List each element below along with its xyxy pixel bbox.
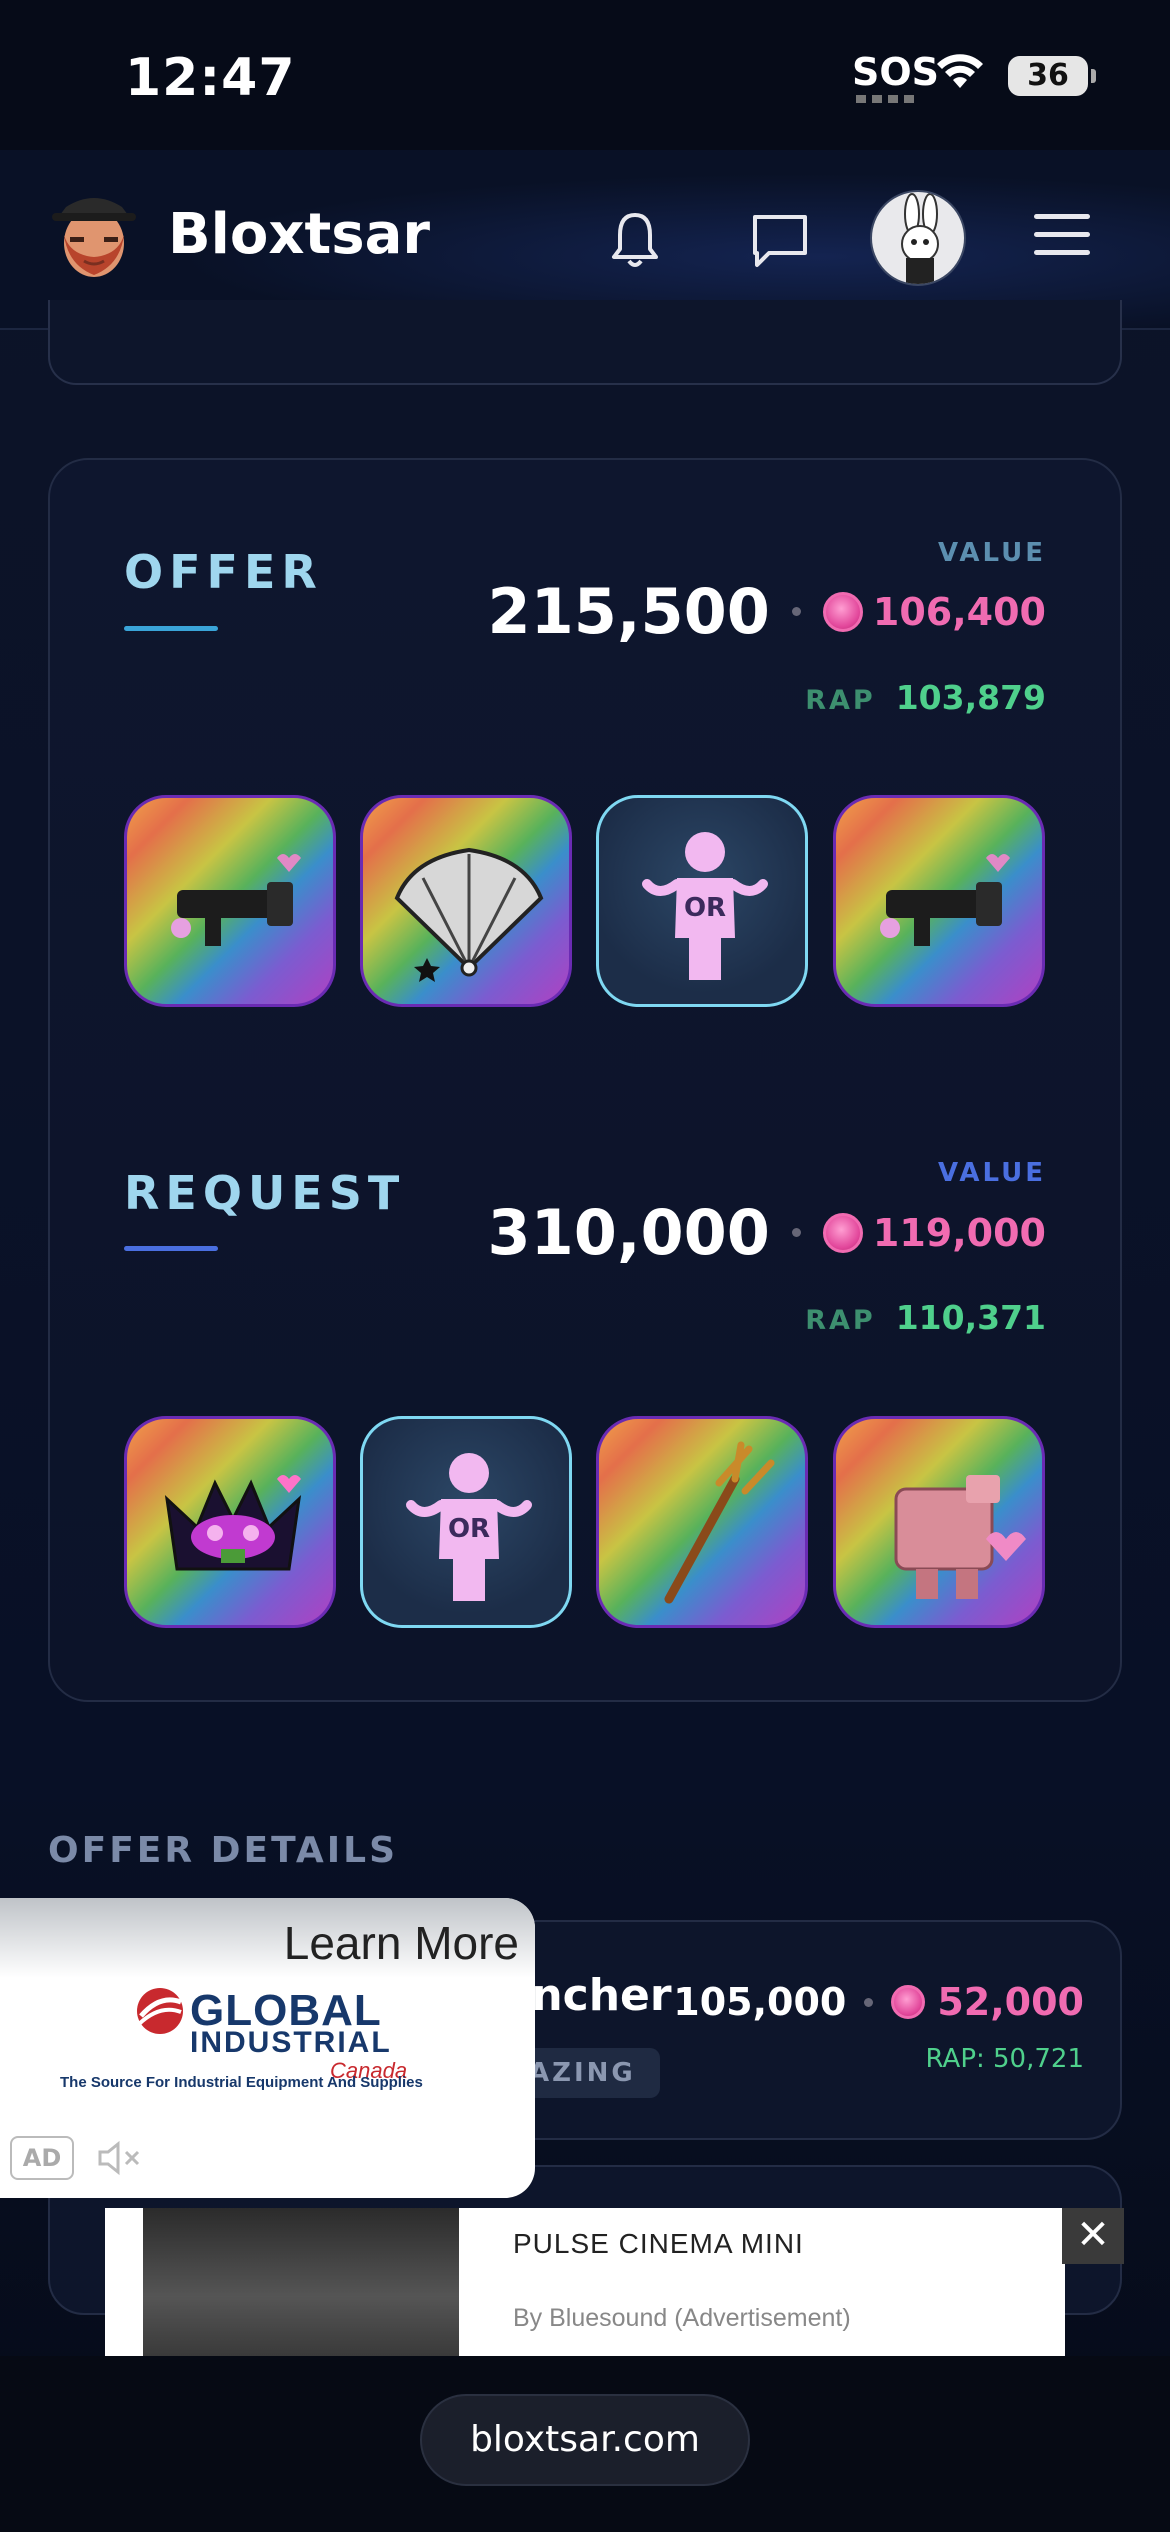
request-item-crown[interactable]	[124, 1416, 336, 1628]
request-title: REQUEST	[124, 1166, 406, 1220]
offer-underline	[124, 626, 218, 631]
banner-ad-sponsor: By Bluesound (Advertisement)	[513, 2304, 851, 2332]
offer-item-launcher-2[interactable]	[833, 795, 1045, 1007]
offer-value: 215,500	[487, 575, 770, 648]
separator-dot	[791, 1228, 801, 1237]
separator-dot	[791, 607, 801, 616]
pink-coin-icon	[822, 591, 863, 632]
brand-avatar-logo[interactable]	[48, 185, 140, 285]
pink-coin-icon	[891, 1985, 926, 2019]
battery-indicator: 36	[1008, 56, 1096, 96]
request-value-row: 310,000 119,000	[488, 1196, 1046, 1269]
request-rap-row: RAP 110,371	[805, 1298, 1046, 1337]
banner-ad[interactable]: PULSE CINEMA MINI By Bluesound (Advertis…	[105, 2208, 1065, 2356]
request-item-pig[interactable]	[833, 1416, 1045, 1628]
offer-title: OFFER	[124, 545, 323, 599]
detail-value-row: 105,000 52,000	[673, 1980, 1084, 2024]
offer-coin-value: 106,400	[872, 589, 1046, 634]
detail-coin-value: 52,000	[937, 1980, 1084, 2024]
close-icon[interactable]: ✕	[1062, 2208, 1124, 2264]
offer-rap-label: RAP	[805, 685, 876, 716]
ad-badge: AD	[10, 2136, 74, 2180]
offer-details-title: OFFER DETAILS	[48, 1830, 398, 1871]
previous-card-bottom	[48, 300, 1122, 385]
or-label: OR	[448, 1514, 490, 1544]
learn-more-link[interactable]: Learn More	[284, 1916, 519, 1970]
brand-name[interactable]: Bloxtsar	[168, 202, 430, 267]
offer-item-or-placeholder[interactable]: OR	[596, 795, 808, 1007]
banner-ad-image	[143, 2208, 459, 2356]
ad-tagline: The Source For Industrial Equipment And …	[60, 2074, 423, 2091]
offer-rap-row: RAP 103,879	[805, 678, 1046, 717]
bell-icon[interactable]	[600, 205, 670, 275]
banner-ad-title[interactable]: PULSE CINEMA MINI	[513, 2228, 804, 2260]
offer-item-fan[interactable]	[360, 795, 572, 1007]
user-avatar[interactable]	[870, 190, 966, 286]
or-label: OR	[684, 893, 726, 923]
status-bar: 12:47 SOS 36	[0, 0, 1170, 150]
sos-indicator: SOS	[852, 50, 940, 94]
separator-dot	[864, 1997, 874, 2007]
chat-icon[interactable]	[745, 205, 815, 275]
request-rap-label: RAP	[805, 1305, 876, 1336]
address-bar[interactable]: bloxtsar.com	[420, 2394, 750, 2486]
wifi-icon	[937, 54, 983, 88]
offer-rap-value: 103,879	[895, 678, 1046, 717]
request-underline	[124, 1246, 218, 1251]
request-value-label: VALUE	[938, 1158, 1046, 1188]
ad-brand-line2: INDUSTRIAL	[190, 2026, 392, 2059]
signal-dots-icon	[856, 95, 916, 103]
request-item-or-placeholder[interactable]: OR	[360, 1416, 572, 1628]
request-value: 310,000	[487, 1196, 770, 1269]
hamburger-menu-icon[interactable]	[1034, 210, 1090, 260]
status-time: 12:47	[125, 48, 296, 108]
request-rap-value: 110,371	[895, 1298, 1046, 1337]
pink-coin-icon	[822, 1212, 863, 1253]
offer-value-row: 215,500 106,400	[488, 575, 1046, 648]
detail-rap: RAP: 50,721	[925, 2044, 1084, 2074]
offer-item-launcher[interactable]	[124, 795, 336, 1007]
request-item-trident[interactable]	[596, 1416, 808, 1628]
popup-ad[interactable]: Learn More GLOBAL INDUSTRIAL Canada The …	[0, 1898, 535, 2198]
detail-value: 105,000	[673, 1980, 847, 2024]
request-coin-value: 119,000	[872, 1210, 1046, 1255]
mute-icon[interactable]	[96, 2138, 144, 2178]
offer-value-label: VALUE	[938, 538, 1046, 568]
global-industrial-logo-icon	[137, 1988, 183, 2034]
